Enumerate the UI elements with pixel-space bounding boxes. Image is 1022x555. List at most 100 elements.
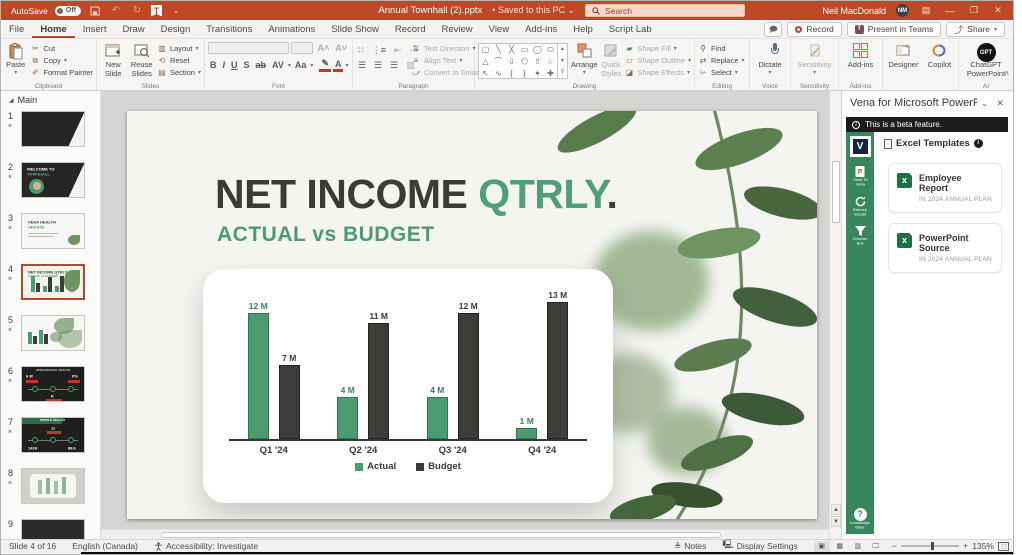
underline-button[interactable]: U — [229, 60, 240, 70]
document-title[interactable]: Annual Townhall (2).pptx — [378, 5, 482, 16]
shape-effects-button[interactable]: ◪ Shape Effects ▾ — [624, 67, 691, 78]
align-right-button[interactable]: ☰ — [388, 60, 400, 71]
shape-gallery-item[interactable]: { — [505, 68, 518, 80]
thumbnail-slide-7[interactable]: 7 ✶ PEOPLE HEALTH 11 141K 88.6 — [1, 417, 100, 455]
change-case-button[interactable]: Aa — [293, 60, 309, 70]
tab-view[interactable]: View — [481, 20, 517, 38]
reuse-slides-button[interactable]: Reuse Slides — [129, 41, 154, 79]
slide-subtitle[interactable]: ACTUAL vs BUDGET — [217, 223, 435, 247]
customize-toolbar-icon[interactable]: ⌄ — [169, 5, 183, 17]
shape-gallery-item[interactable]: ✦ — [531, 68, 544, 80]
shape-gallery-item[interactable]: ▢ — [479, 44, 492, 56]
shape-fill-button[interactable]: ▰ Shape Fill ▾ — [624, 43, 691, 54]
tab-design[interactable]: Design — [153, 20, 199, 38]
tab-record[interactable]: Record — [387, 20, 434, 38]
accessibility-status[interactable]: Accessibility: Investigate — [146, 541, 266, 551]
user-avatar[interactable]: NM — [896, 4, 909, 17]
cut-button[interactable]: ✂ Cut — [30, 43, 93, 54]
tab-draw[interactable]: Draw — [114, 20, 152, 38]
section-header-main[interactable]: ◢ Main — [1, 91, 100, 107]
arrange-button[interactable]: Arrange ▾ — [571, 41, 598, 79]
knowledge-base-button[interactable]: ? Knowledge Base — [840, 508, 880, 530]
shrink-font-icon[interactable]: A˅ — [333, 43, 349, 53]
present-in-teams-button[interactable]: T Present in Teams — [846, 21, 942, 37]
strikethrough-button[interactable]: ab — [254, 60, 269, 70]
vertical-scrollbar[interactable]: ▲ ▼ — [829, 91, 841, 539]
replace-button[interactable]: ⇄ Replace ▾ — [698, 55, 745, 66]
zoom-in-icon[interactable]: + — [963, 541, 968, 551]
sensitivity-button[interactable]: Sensitivity ▾ — [794, 41, 835, 79]
text-shadow-button[interactable]: S — [242, 60, 252, 70]
tab-review[interactable]: Review — [434, 20, 481, 38]
font-color-button[interactable]: A — [332, 59, 344, 72]
addins-button[interactable]: Add-ins — [842, 41, 879, 79]
find-button[interactable]: ⚲ Find — [698, 43, 745, 54]
bold-button[interactable]: B — [208, 60, 219, 70]
shape-gallery-item[interactable]: ╲ — [492, 44, 505, 56]
normal-view-button[interactable]: ▣ — [813, 540, 830, 552]
shapes-gallery-scroll[interactable]: ▲ ▼ ⊽ — [558, 43, 568, 79]
align-left-button[interactable]: ☰ — [356, 60, 368, 71]
select-button[interactable]: ⌲ Select ▾ — [698, 67, 745, 78]
minimize-icon[interactable]: — — [943, 6, 957, 16]
highlight-color-button[interactable]: ✎ — [319, 58, 331, 72]
shapes-gallery[interactable]: ▢ ╲ ╳ ▭ ◯ ⬭ △ ⌒ ⇩ ⬠ ⇧ ☆ ↖ ∿{} ✦ ✚ — [478, 43, 558, 79]
grow-font-icon[interactable]: A˄ — [315, 43, 331, 53]
thumbnail-slide-6[interactable]: 6 ✶ OPERATIONAL HEALTH 6 M 0% K — [1, 366, 100, 404]
tab-slide-show[interactable]: Slide Show — [323, 20, 387, 38]
paste-button[interactable]: Paste ▾ — [4, 41, 27, 79]
tab-add-ins[interactable]: Add-ins — [517, 20, 565, 38]
shape-gallery-item[interactable]: ⇩ — [505, 56, 518, 68]
shape-gallery-item[interactable]: ▭ — [518, 44, 531, 56]
copy-button[interactable]: ⧉ Copy ▾ — [30, 55, 93, 66]
thumbnail-slide-9[interactable]: 9 — [1, 519, 100, 539]
thumbnail-slide-3[interactable]: 3 ✶ VENA HEALTH UPDATE. — [1, 213, 100, 251]
user-name[interactable]: Neil MacDonald — [822, 6, 886, 16]
italic-button[interactable]: I — [221, 60, 228, 70]
bar-actual-Q2 '24[interactable] — [337, 397, 359, 439]
zoom-out-icon[interactable]: − — [892, 541, 897, 551]
share-button[interactable]: ⤴ Share ▾ — [946, 21, 1005, 37]
shape-gallery-item[interactable]: △ — [479, 56, 492, 68]
shape-gallery-item[interactable]: ◯ — [531, 44, 544, 56]
tab-home[interactable]: Home — [32, 20, 74, 38]
zoom-slider-thumb[interactable] — [930, 542, 934, 550]
bar-budget-Q4 '24[interactable] — [547, 302, 569, 439]
search-box[interactable] — [585, 4, 746, 17]
template-card-powerpoint-source[interactable]: x PowerPoint Source IN 2024 ANNUAL PLAN — [888, 223, 1002, 273]
chatgpt-button[interactable]: GPT ChatGPT PowerPoint — [962, 41, 1010, 79]
fit-to-window-icon[interactable]: ⛶ — [998, 541, 1009, 551]
align-center-button[interactable]: ☰ — [372, 60, 384, 71]
format-painter-button[interactable]: ✐ Format Painter — [30, 67, 93, 78]
template-card-employee-report[interactable]: x Employee Report IN 2024 ANNUAL PLAN — [888, 163, 1002, 213]
tab-transitions[interactable]: Transitions — [198, 20, 260, 38]
bar-actual-Q1 '24[interactable] — [247, 313, 269, 439]
shape-gallery-item[interactable]: ⌒ — [492, 56, 505, 68]
shape-gallery-item[interactable]: } — [518, 68, 531, 80]
slide-sorter-view-button[interactable]: ▦ — [832, 541, 848, 552]
shape-gallery-item[interactable]: ↖ — [479, 68, 492, 80]
template-flag-icon[interactable]: T — [150, 4, 162, 17]
shape-gallery-item[interactable]: ╳ — [505, 44, 518, 56]
font-name-combo[interactable] — [208, 42, 290, 54]
reset-button[interactable]: ⟲ Reset — [157, 55, 201, 66]
collapse-ribbon-icon[interactable]: ˄ — [1004, 69, 1009, 78]
quick-styles-button[interactable]: Quick Styles — [601, 41, 622, 79]
language-indicator[interactable]: English (Canada) — [64, 541, 146, 551]
section-button[interactable]: ▤ Section ▾ — [157, 67, 201, 78]
dictate-button[interactable]: Dictate ▾ — [753, 41, 787, 79]
display-settings-button[interactable]: 🖳 Display Settings — [714, 539, 805, 553]
zoom-slider[interactable] — [900, 542, 959, 550]
bullets-button[interactable]: ∷ — [356, 45, 366, 56]
document-save-status[interactable]: • Saved to this PC ⌄ — [492, 5, 575, 16]
bar-budget-Q2 '24[interactable] — [368, 323, 390, 439]
shape-gallery-item[interactable]: ⬠ — [518, 56, 531, 68]
decrease-indent-button[interactable]: ⇤ — [392, 45, 404, 56]
numbering-button[interactable]: ⋮≡ — [370, 45, 388, 56]
close-icon[interactable]: ✕ — [991, 5, 1005, 16]
undo-icon[interactable]: ↶ — [109, 5, 123, 17]
vertical-scroll-thumb[interactable] — [832, 161, 840, 223]
templates-info-icon[interactable]: i — [973, 139, 983, 148]
shape-gallery-item[interactable]: ∿ — [492, 68, 505, 80]
thumbnail-slide-8[interactable]: 8 ✶ — [1, 468, 100, 506]
